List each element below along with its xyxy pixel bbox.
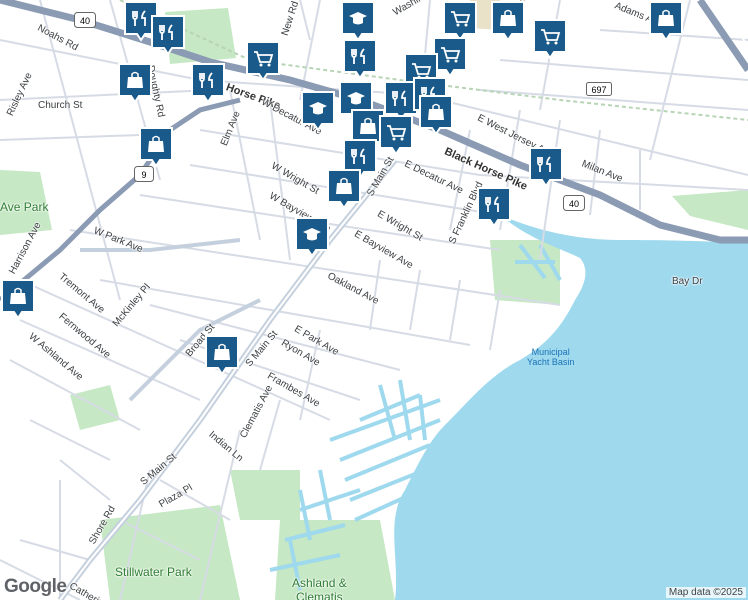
shopping-poi-pin[interactable] [204,334,240,376]
shield-number: 40 [569,199,579,209]
shopping-poi-pin[interactable] [648,0,684,42]
restaurant-icon [529,147,563,188]
shopping-poi-pin[interactable] [326,168,362,210]
grocery-icon [246,41,280,82]
water-label-yacht-basin: Municipal Yacht Basin [527,347,575,367]
shopping-icon [118,63,152,104]
grocery-icon [379,115,413,156]
state-route-shield: 697 [586,82,612,101]
grocery-poi-pin[interactable] [245,40,281,82]
restaurant-icon [477,187,511,228]
school-poi-pin[interactable] [340,0,376,42]
map-attribution: Map data ©2025 [665,587,746,598]
shield-number: 9 [141,170,146,180]
restaurant-icon [191,63,225,104]
shopping-poi-pin[interactable] [490,0,526,42]
us-route-shield: 40 [563,195,585,216]
shopping-poi-pin[interactable] [117,62,153,104]
shield-number: 697 [591,85,606,95]
restaurant-icon [151,15,185,56]
restaurant-poi-pin[interactable] [476,186,512,228]
school-icon [295,217,329,258]
grocery-icon [533,19,567,60]
grocery-poi-pin[interactable] [378,114,414,156]
restaurant-poi-pin[interactable] [190,62,226,104]
shopping-icon [327,169,361,210]
shopping-icon [419,95,453,136]
shield-number: 40 [80,16,90,26]
shopping-icon [1,279,35,320]
shopping-icon [205,335,239,376]
street-label: Church St [38,100,83,111]
restaurant-poi-pin[interactable] [342,38,378,80]
park-label-ashland-clematis: Ashland & Clematis [292,576,347,600]
school-icon [341,1,375,42]
shopping-icon [491,1,525,42]
restaurant-poi-pin[interactable] [150,14,186,56]
school-poi-pin[interactable] [294,216,330,258]
school-poi-pin[interactable] [300,90,336,132]
restaurant-poi-pin[interactable] [528,146,564,188]
restaurant-icon [343,39,377,80]
school-icon [301,91,335,132]
shopping-poi-pin[interactable] [138,126,174,168]
shopping-poi-pin[interactable] [418,94,454,136]
street-label: Ave Park [0,200,49,214]
us-route-shield: 9 [134,166,154,187]
google-logo: Google [4,576,67,597]
us-route-shield: 40 [74,12,96,33]
street-label: Bay Dr [672,276,703,287]
shopping-poi-pin[interactable] [0,278,36,320]
grocery-poi-pin[interactable] [532,18,568,60]
shopping-icon [649,1,683,42]
shopping-icon [139,127,173,168]
park-label-stillwater: Stillwater Park [115,565,192,579]
map-canvas[interactable]: Noahs Rd Risley Ave Church St Doughty Rd Bla… [0,0,748,600]
